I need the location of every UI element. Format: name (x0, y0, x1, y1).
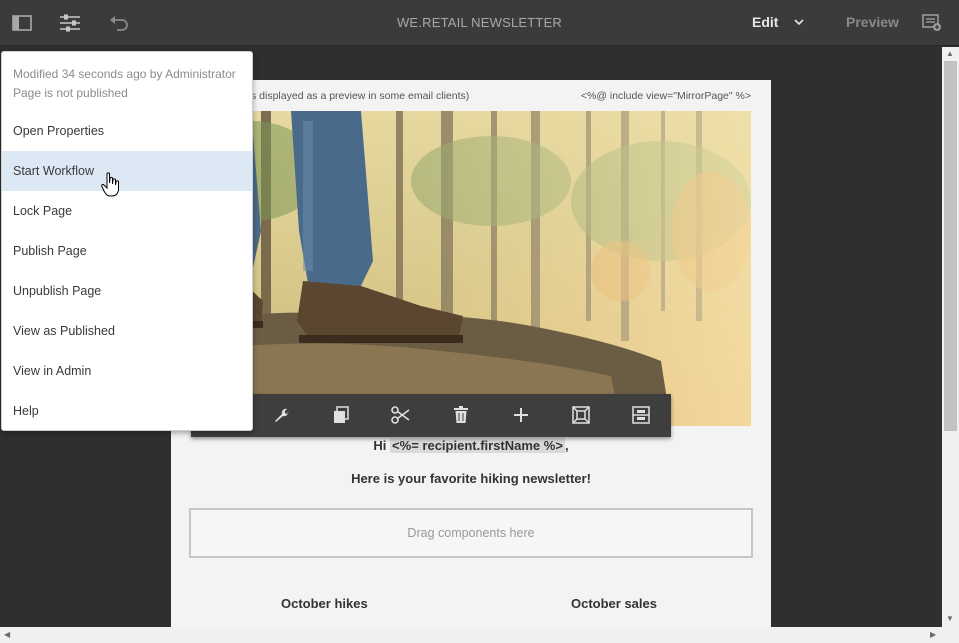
copy-icon[interactable] (331, 405, 351, 425)
page-info-icon[interactable] (58, 11, 82, 35)
hero-image[interactable] (191, 111, 751, 426)
frame-icon[interactable] (571, 405, 591, 425)
page-meta: Modified 34 seconds ago by Administrator… (13, 65, 236, 103)
newsletter-page: s displayed as a preview in some email c… (171, 80, 771, 627)
mode-selector-button[interactable]: Edit (752, 14, 805, 30)
component-drop-zone[interactable]: Drag components here (189, 508, 753, 558)
vertical-scrollbar-thumb[interactable] (944, 61, 957, 431)
hand-cursor-icon (101, 172, 119, 197)
page-info-menu: Modified 34 seconds ago by Administrator… (1, 51, 253, 431)
publish-status: Page is not published (13, 86, 128, 100)
preheader-text: s displayed as a preview in some email c… (251, 90, 470, 102)
october-sales-title: October sales (571, 596, 657, 611)
newsletter-subtitle: Here is your favorite hiking newsletter! (351, 471, 591, 486)
page-title: WE.RETAIL NEWSLETTER (396, 15, 563, 30)
wrench-icon[interactable] (271, 405, 291, 425)
personalization-tag[interactable]: <%= recipient.firstName %> (390, 438, 565, 453)
greeting-prefix: Hi (373, 438, 391, 453)
menu-item-start-workflow[interactable]: Start Workflow (2, 151, 252, 191)
greeting-line: Hi <%= recipient.firstName %>, (171, 438, 771, 453)
scroll-down-arrow-icon[interactable]: ▼ (946, 614, 954, 624)
preheader: s displayed as a preview in some email c… (171, 90, 771, 104)
vertical-scrollbar[interactable]: ▲ ▼ (942, 47, 959, 627)
horizontal-scrollbar[interactable]: ◀ ▶ (0, 627, 959, 643)
menu-item-open-properties[interactable]: Open Properties (2, 111, 252, 151)
group-icon[interactable] (631, 405, 651, 425)
menu-item-unpublish-page[interactable]: Unpublish Page (2, 271, 252, 311)
top-bar: WE.RETAIL NEWSLETTER Edit Preview (0, 0, 959, 46)
menu-item-publish-page[interactable]: Publish Page (2, 231, 252, 271)
preview-button[interactable]: Preview (846, 14, 899, 30)
menu-item-view-in-admin[interactable]: View in Admin (2, 351, 252, 391)
menu-item-lock-page[interactable]: Lock Page (2, 191, 252, 231)
menu-item-view-as-published[interactable]: View as Published (2, 311, 252, 351)
menu-item-help[interactable]: Help (2, 391, 252, 431)
side-panel-toggle-icon[interactable] (10, 11, 34, 35)
component-toolbar (191, 394, 671, 437)
mode-label: Edit (752, 14, 779, 30)
scroll-right-arrow-icon[interactable]: ▶ (930, 630, 936, 640)
trash-icon[interactable] (451, 405, 471, 425)
annotations-icon[interactable] (920, 11, 944, 35)
october-hikes-title: October hikes (281, 596, 368, 611)
chevron-down-icon (794, 18, 805, 25)
undo-icon[interactable] (107, 11, 131, 35)
plus-icon[interactable] (511, 405, 531, 425)
cut-icon[interactable] (391, 405, 411, 425)
scroll-up-arrow-icon[interactable]: ▲ (946, 49, 954, 59)
greeting-suffix: , (564, 438, 569, 453)
scroll-left-arrow-icon[interactable]: ◀ (4, 630, 10, 640)
modified-text: Modified 34 seconds ago by Administrator (13, 67, 236, 81)
mirror-page-tag: <%@ include view="MirrorPage" %> (580, 90, 751, 102)
